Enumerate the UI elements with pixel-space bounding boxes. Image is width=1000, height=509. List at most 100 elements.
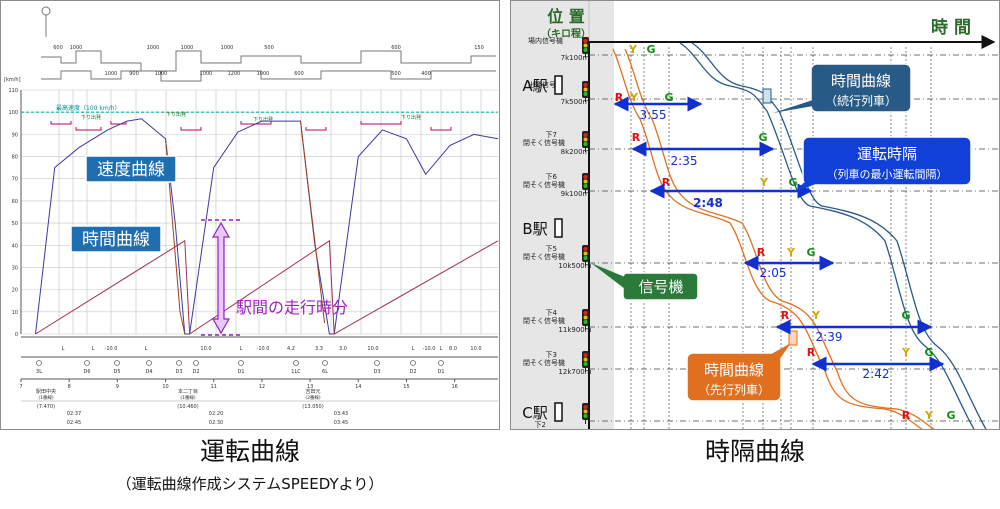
time-curve-callout-label: 時間曲線	[82, 230, 150, 250]
signal-red-lamp	[583, 83, 588, 87]
top-distance-label: 500	[264, 45, 274, 51]
mid-distance-label: 1000	[155, 71, 168, 77]
signal-marker	[238, 360, 244, 366]
limit-label: 下り出発	[166, 111, 186, 118]
restriction-bracket	[305, 127, 327, 131]
signal-number: 下3	[546, 351, 557, 359]
station-arrival: 02:37	[67, 411, 81, 417]
signal-number: 下6	[546, 173, 558, 181]
time-axis-title: 時 間	[931, 17, 971, 38]
gradient-label: 4.2	[287, 346, 295, 352]
station-km: (13.050)	[302, 404, 323, 410]
signal-yellow-lamp	[583, 357, 588, 362]
station-name: B駅	[522, 220, 547, 238]
gradient-label: 10.0	[470, 346, 481, 352]
signal-marker	[193, 360, 199, 366]
run-curve-chart: 600 1000 1000 1000 1000 500 600 1501000 900 1000 1…	[4, 6, 499, 426]
aspect-y: Y	[786, 246, 796, 259]
aspect-r: R	[902, 409, 911, 422]
signal-type: 閉そく信号機	[523, 252, 565, 261]
signal-marker	[84, 360, 90, 366]
signal-green-lamp	[583, 414, 588, 418]
gradient-label: L	[440, 346, 443, 352]
headway-curve-caption: 時隔曲線	[704, 437, 805, 466]
signal-yellow-lamp	[583, 137, 588, 142]
signal-green-lamp	[583, 256, 588, 260]
run-curve-panel: 600 1000 1000 1000 1000 500 600 150 1000 900 1000 1…	[0, 0, 500, 430]
x-tick-label: 7	[19, 384, 22, 390]
signal-km: 8k200m	[561, 148, 590, 156]
station-name: 駅田中央	[36, 388, 56, 395]
headway-callout-title: 運転時隔	[857, 145, 917, 163]
lead-curve-callout-title: 時間曲線	[704, 361, 764, 379]
signal-label: 6L	[322, 369, 328, 375]
follow-curve-callout-sub: （続行列車）	[825, 94, 897, 108]
signal-number: 下7	[546, 131, 557, 139]
signal-name: 下2	[535, 421, 546, 429]
aspect-r: R	[757, 246, 766, 259]
signal-green-lamp	[583, 320, 588, 324]
aspect-r: R	[807, 346, 816, 359]
signal-name: 場内信号機	[528, 36, 563, 45]
aspect-g: G	[646, 43, 655, 56]
station-platform-box	[554, 75, 563, 95]
aspect-g: G	[806, 246, 815, 259]
aspect-g: G	[924, 346, 933, 359]
signal-label: D3	[175, 369, 182, 375]
aspect-g: G	[901, 309, 910, 322]
signal-yellow-lamp	[583, 87, 588, 92]
station-platform-box	[554, 402, 563, 422]
aspect-y: Y	[759, 176, 769, 189]
signal-yellow-lamp	[583, 409, 588, 414]
top-distance-label: 600	[391, 45, 401, 51]
signal-red-lamp	[583, 39, 588, 43]
headway-interval-label: 3:55	[640, 108, 667, 122]
signal-green-lamp	[583, 362, 588, 366]
top-distance-label: 1000	[147, 45, 160, 51]
aspect-r: R	[632, 131, 641, 144]
signal-yellow-lamp	[583, 43, 588, 48]
signal-marker	[36, 360, 42, 366]
aspect-g: G	[758, 131, 767, 144]
signal-type: 閉そく信号機	[523, 358, 565, 367]
headway-interval-label: 2:05	[760, 266, 787, 280]
signal-label: D6	[83, 369, 90, 375]
gradient-label: -10.0	[423, 346, 436, 352]
headway-interval-label: 2:42	[863, 367, 890, 381]
top-marker-circle	[41, 6, 51, 16]
station-name: C駅	[522, 404, 547, 422]
gradient-label: 10.0	[367, 346, 378, 352]
x-tick-label: 9	[116, 384, 119, 390]
aspect-g: G	[664, 91, 673, 104]
signal-type: 閉そく信号機	[523, 180, 565, 189]
signal-km: 10k500m	[558, 262, 591, 270]
signal-label: D5	[113, 369, 120, 375]
signal-label: 1LC	[291, 369, 301, 375]
aspect-y: Y	[901, 346, 911, 359]
y-tick-label: 60	[12, 199, 18, 205]
signal-type: 閉そく信号機	[523, 316, 565, 325]
signal-green-lamp	[583, 184, 588, 188]
station-name: 吉田元	[305, 388, 320, 395]
station-track: (1番線)	[38, 394, 54, 401]
signal-green-lamp	[583, 142, 588, 146]
top-distance-label: 1000	[70, 45, 83, 51]
y-tick-label: 80	[12, 155, 18, 161]
signal-marker	[374, 360, 380, 366]
signal-label: D3	[373, 369, 380, 375]
signal-type: 閉そく信号機	[523, 138, 565, 147]
headway-curve-diagram: 位 置（キロ程）時 間場内信号機7k100m出発信号機7k500m下7閉そく信号…	[511, 1, 999, 429]
mid-distance-label: 1000	[105, 71, 118, 77]
limit-label: 下り出発	[81, 114, 101, 121]
signal-yellow-lamp	[583, 179, 588, 184]
signal-red-lamp	[583, 133, 588, 137]
gradient-label: 3.3	[315, 346, 323, 352]
y-tick-label: 30	[12, 265, 18, 271]
signal-red-lamp	[583, 311, 588, 315]
signal-marker	[114, 360, 120, 366]
x-tick-label: 14	[355, 384, 361, 390]
signal-green-lamp	[583, 48, 588, 52]
x-tick-label: 12	[259, 384, 265, 390]
station-departure: 02:45	[67, 420, 81, 426]
follow-callout-pointer	[773, 99, 819, 113]
